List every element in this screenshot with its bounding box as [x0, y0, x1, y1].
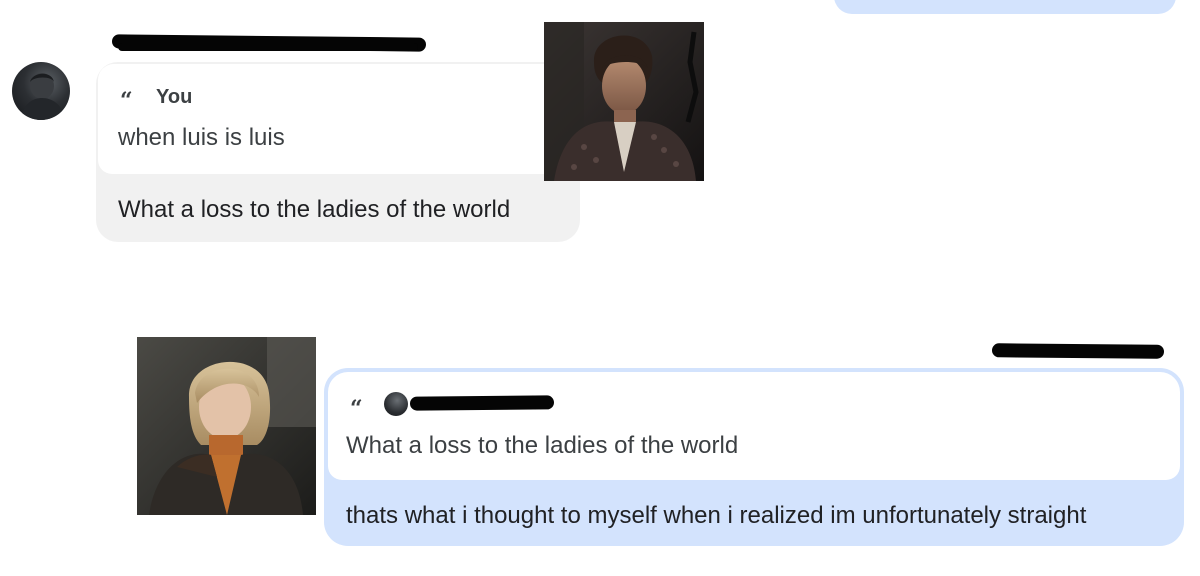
quote-icon: “: [120, 88, 133, 114]
avatar[interactable]: [12, 62, 70, 120]
luis-character-image[interactable]: [544, 22, 704, 181]
outgoing-quoted-reply[interactable]: [328, 372, 1180, 480]
previous-message-bubble[interactable]: [834, 0, 1176, 14]
quoted-author-avatar: [384, 392, 408, 416]
redacted-timestamp: [991, 343, 1165, 359]
chat-view: “ You when luis is luis What a loss to t…: [0, 0, 1200, 576]
incoming-quoted-reply[interactable]: [98, 64, 576, 174]
quoted-author: You: [156, 86, 193, 108]
ashley-character-image[interactable]: [137, 337, 316, 515]
avatar-image: [20, 73, 66, 120]
redacted-sender-name-stroke: [118, 43, 418, 51]
outgoing-message-text: thats what i thought to myself when i re…: [346, 502, 1087, 529]
quoted-text: What a loss to the ladies of the world: [346, 432, 739, 459]
quote-icon: “: [350, 396, 363, 422]
incoming-message-text: What a loss to the ladies of the world: [118, 196, 511, 223]
quoted-text: when luis is luis: [118, 124, 285, 151]
redacted-quoted-author: [409, 395, 555, 411]
